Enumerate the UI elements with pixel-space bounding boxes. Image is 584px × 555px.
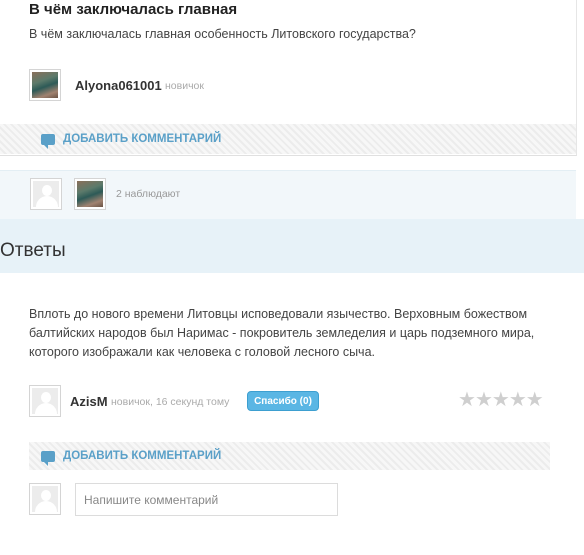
question-text: В чём заключалась главная особенность Ли… xyxy=(29,27,416,41)
answer-add-comment-label: ДОБАВИТЬ КОММЕНТАРИЙ xyxy=(63,450,222,462)
answers-heading: Ответы xyxy=(0,240,66,261)
question-card: В чём заключалась главная В чём заключал… xyxy=(0,0,577,156)
star-icon[interactable]: ★ xyxy=(509,390,527,410)
star-icon[interactable]: ★ xyxy=(458,390,476,410)
thanks-button[interactable]: Спасибо (0) xyxy=(247,391,319,411)
answers-header xyxy=(0,219,584,273)
add-comment-label: ДОБАВИТЬ КОММЕНТАРИЙ xyxy=(63,133,222,145)
watcher-avatar-photo[interactable] xyxy=(74,178,106,210)
star-icon[interactable]: ★ xyxy=(475,390,493,410)
comment-bubble-icon xyxy=(41,450,55,466)
add-comment-button[interactable]: ДОБАВИТЬ КОММЕНТАРИЙ xyxy=(41,133,222,149)
answer-add-comment-button[interactable]: ДОБАВИТЬ КОММЕНТАРИЙ xyxy=(41,450,222,466)
author-rank: новичок xyxy=(165,80,204,92)
watchers-count: 2 наблюдают xyxy=(116,188,181,200)
answer-author-meta: новичок, 16 секунд тому xyxy=(111,396,230,408)
rating-stars[interactable]: ★ ★ ★ ★ ★ xyxy=(458,390,544,410)
answer-text: Вплоть до нового времени Литовцы исповед… xyxy=(29,307,535,359)
comment-bubble-icon xyxy=(41,133,55,149)
author-avatar[interactable] xyxy=(29,69,61,101)
commenter-avatar xyxy=(29,483,61,515)
star-icon[interactable]: ★ xyxy=(492,390,510,410)
comment-input[interactable] xyxy=(75,483,338,516)
answer-author-name[interactable]: AzisM xyxy=(70,394,108,409)
question-title: В чём заключалась главная xyxy=(29,1,238,18)
star-icon[interactable]: ★ xyxy=(526,390,544,410)
watcher-avatar-placeholder[interactable] xyxy=(30,178,62,210)
answer-author-avatar[interactable] xyxy=(29,385,61,417)
author-name[interactable]: Alyona061001 xyxy=(75,78,162,93)
